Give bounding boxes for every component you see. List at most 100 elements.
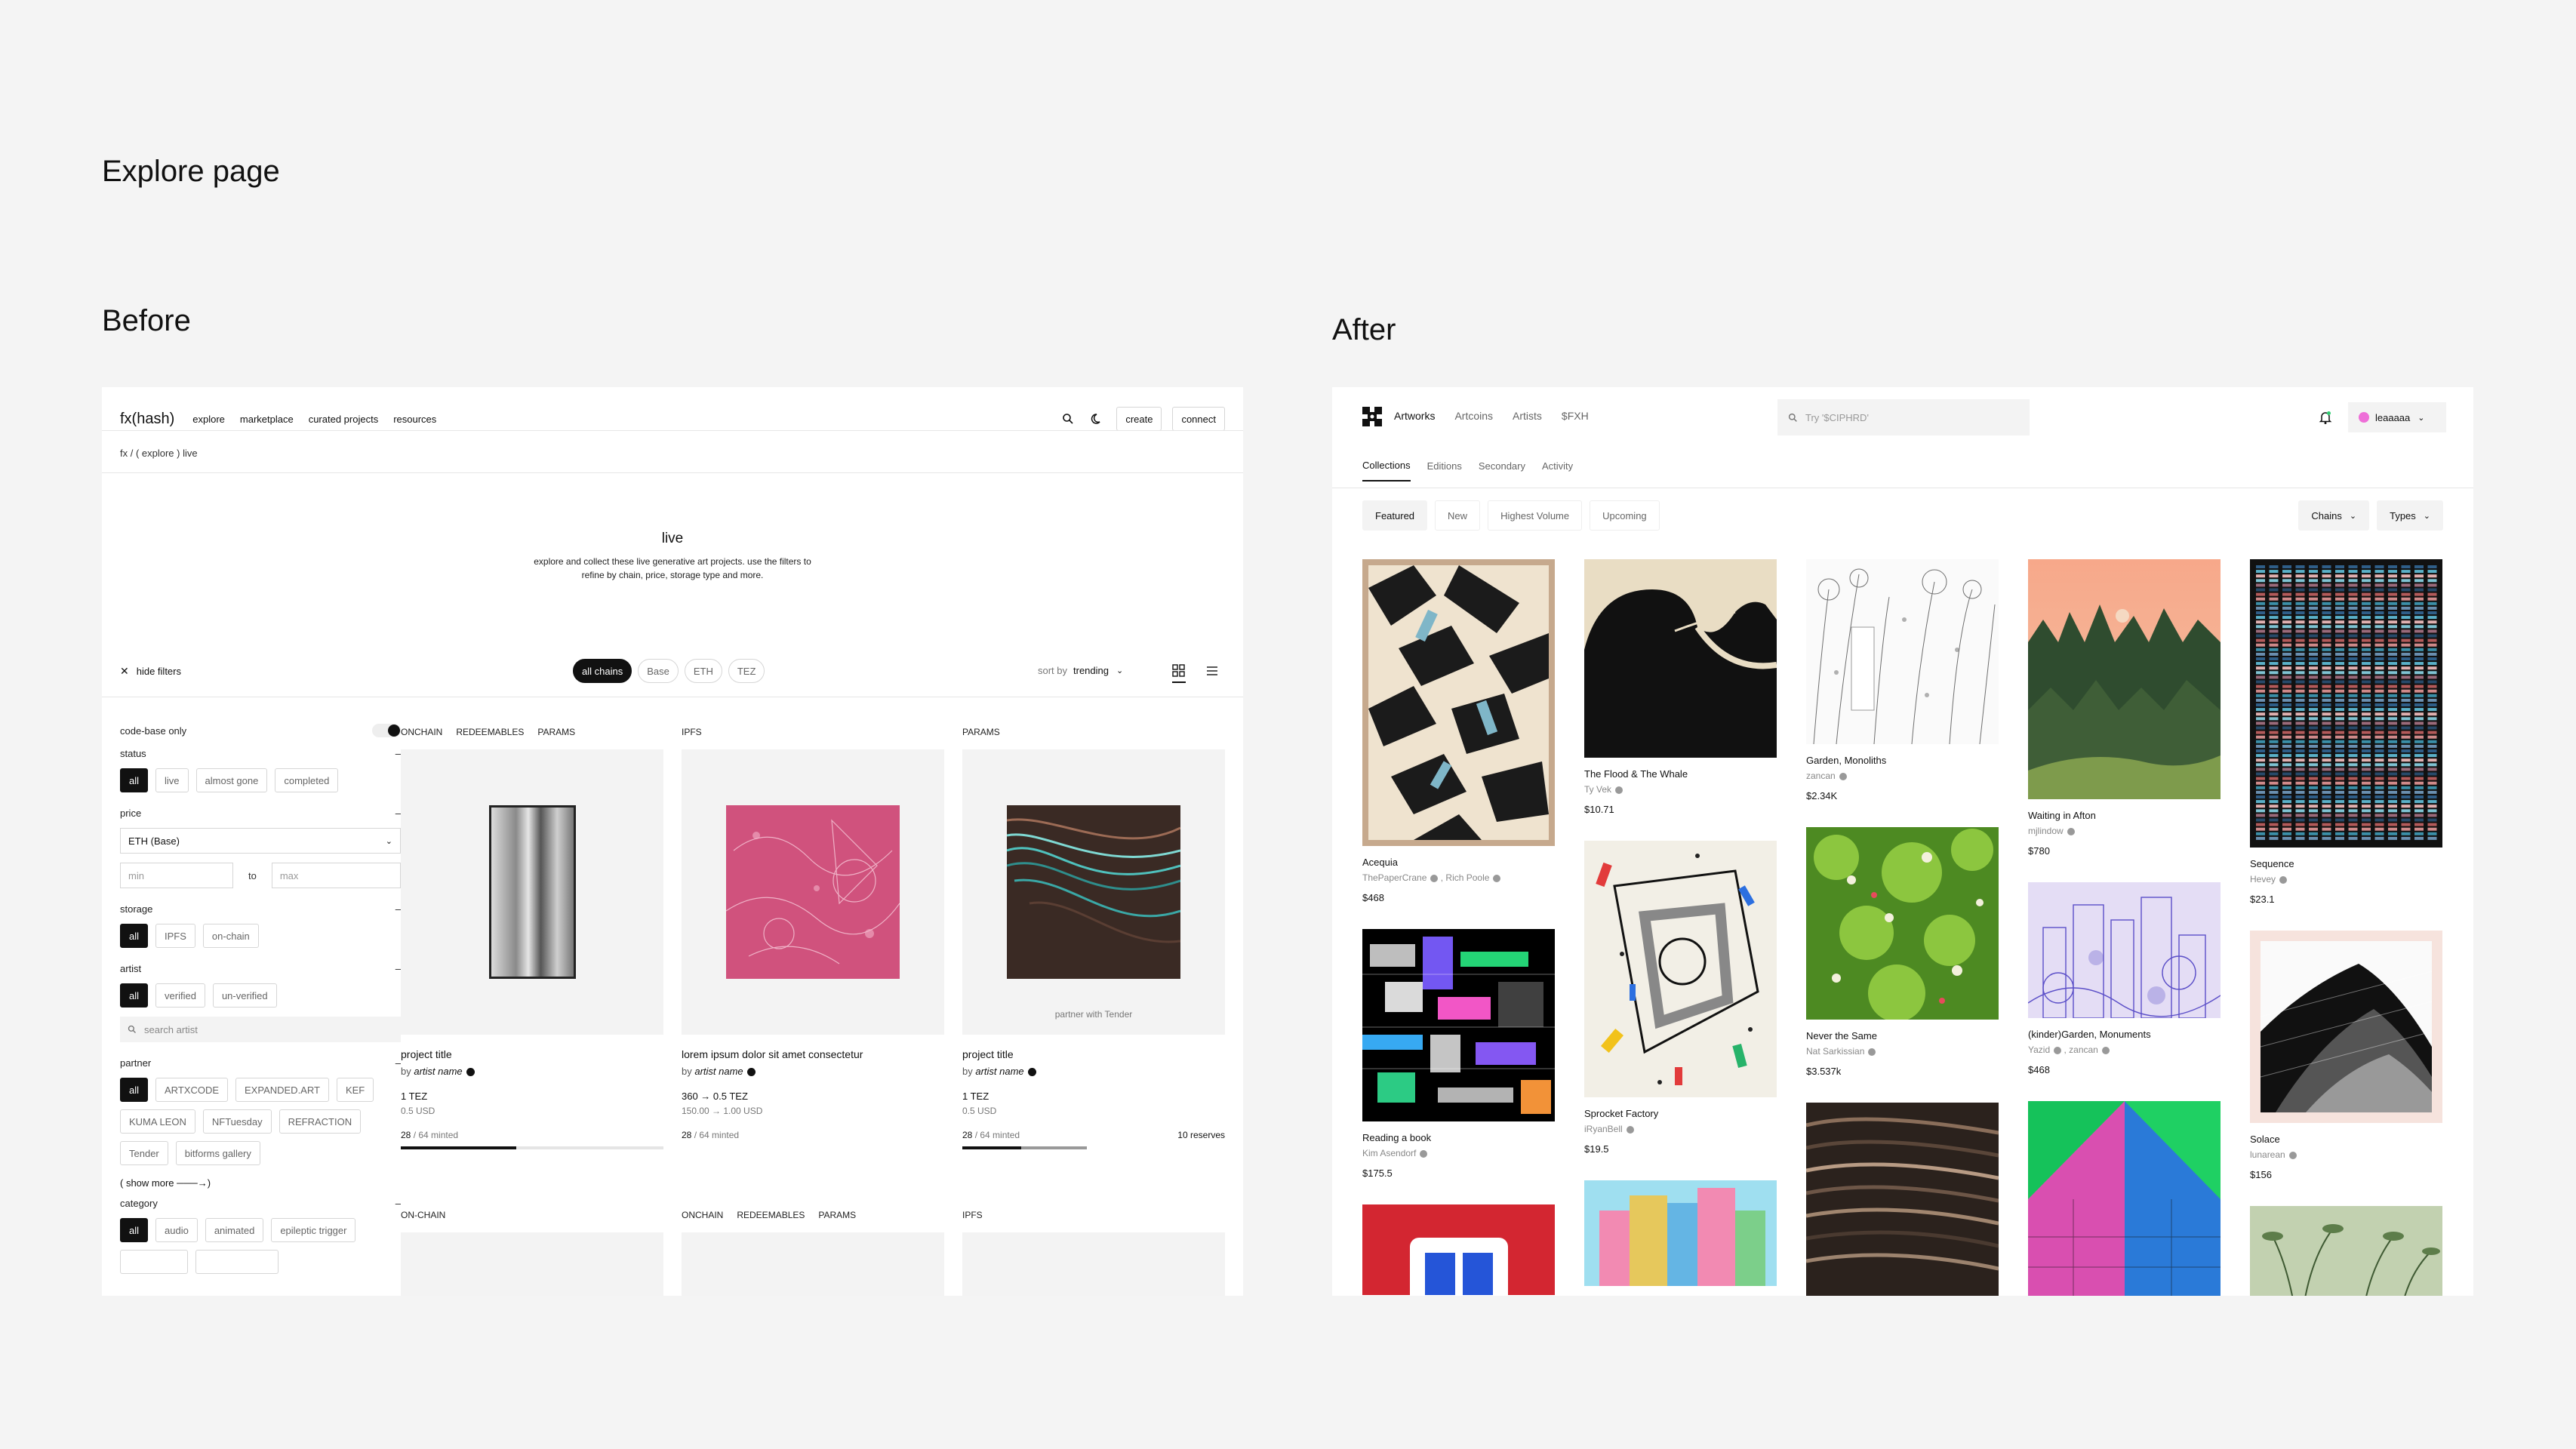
- artist-all[interactable]: all: [120, 983, 149, 1008]
- storage-ipfs[interactable]: IPFS: [155, 924, 195, 948]
- category-animated[interactable]: animated: [205, 1218, 264, 1242]
- chain-base[interactable]: Base: [638, 659, 679, 683]
- artwork-image[interactable]: [1584, 841, 1777, 1097]
- grid-view-icon[interactable]: [1172, 664, 1186, 678]
- artwork-artists[interactable]: Hevey: [2250, 874, 2442, 884]
- artwork-title[interactable]: Reading a book: [1362, 1132, 1555, 1143]
- card-image[interactable]: [962, 1232, 1225, 1296]
- tab-editions[interactable]: Editions: [1427, 460, 1462, 481]
- artwork-title[interactable]: The Flood & The Whale: [1584, 768, 1777, 780]
- filter-new[interactable]: New: [1435, 500, 1481, 531]
- artwork-title[interactable]: Waiting in Afton: [2028, 810, 2221, 821]
- chain-tez[interactable]: TEZ: [728, 659, 765, 683]
- user-menu[interactable]: leaaaaa ⌄: [2348, 402, 2446, 432]
- artwork-artists[interactable]: lunarean: [2250, 1149, 2442, 1160]
- artwork-title[interactable]: Acequia: [1362, 857, 1555, 868]
- card-artist[interactable]: by artist name: [682, 1066, 944, 1077]
- filter-upcoming[interactable]: Upcoming: [1590, 500, 1660, 531]
- bell-icon[interactable]: [2318, 410, 2333, 425]
- artwork-card[interactable]: Sequence Hevey $23.1: [2250, 559, 2442, 905]
- artist-unverified[interactable]: un-verified: [212, 983, 277, 1008]
- show-more-link[interactable]: ( show more ───→): [120, 1177, 401, 1189]
- artwork-card[interactable]: Garden, Monoliths zancan $2.34K: [1806, 559, 1999, 801]
- artwork-card[interactable]: Sprocket Factory iRyanBell $19.5: [1584, 841, 1777, 1155]
- search-input[interactable]: Try '$CIPHRD': [1777, 399, 2030, 435]
- storage-all[interactable]: all: [120, 924, 149, 948]
- nav-explore[interactable]: explore: [192, 414, 225, 425]
- artwork-artists[interactable]: ThePaperCrane , Rich Poole: [1362, 872, 1555, 883]
- storage-header[interactable]: storage –: [120, 903, 401, 915]
- artwork-title[interactable]: (kinder)Garden, Monuments: [2028, 1029, 2221, 1040]
- project-card[interactable]: ON-CHAIN: [401, 1210, 663, 1296]
- artwork-title[interactable]: Solace: [2250, 1134, 2442, 1145]
- artwork-card[interactable]: Acequia ThePaperCrane , Rich Poole $468: [1362, 559, 1555, 903]
- artwork-card[interactable]: Solace lunarean $156: [2250, 931, 2442, 1180]
- category-epileptic-trigger[interactable]: epileptic trigger: [271, 1218, 356, 1242]
- artist-verified[interactable]: verified: [155, 983, 205, 1008]
- card-title[interactable]: project title: [401, 1048, 663, 1060]
- chain-eth[interactable]: ETH: [684, 659, 722, 683]
- artwork-title[interactable]: Sequence: [2250, 858, 2442, 869]
- chain-all[interactable]: all chains: [573, 659, 632, 683]
- status-completed[interactable]: completed: [275, 768, 339, 792]
- partner-tender[interactable]: Tender: [120, 1141, 168, 1165]
- status-header[interactable]: status –: [120, 748, 401, 759]
- artwork-image[interactable]: [1362, 559, 1555, 846]
- price-header[interactable]: price –: [120, 808, 401, 819]
- category-more[interactable]: [120, 1250, 188, 1274]
- artwork-artists[interactable]: Nat Sarkissian: [1806, 1046, 1999, 1057]
- artwork-card[interactable]: [1584, 1180, 1777, 1286]
- logo[interactable]: fx(hash): [120, 411, 174, 428]
- nav-artworks[interactable]: Artworks: [1394, 410, 1435, 422]
- nav-artcoins[interactable]: Artcoins: [1454, 410, 1493, 422]
- search-icon[interactable]: [1062, 413, 1074, 425]
- artwork-card[interactable]: [2028, 1101, 2221, 1296]
- project-card[interactable]: IPFS: [962, 1210, 1225, 1296]
- filter-featured[interactable]: Featured: [1362, 500, 1428, 531]
- tab-collections[interactable]: Collections: [1362, 460, 1411, 481]
- artwork-image[interactable]: [1362, 929, 1555, 1121]
- card-image[interactable]: partner with Tender: [962, 749, 1225, 1035]
- price-currency-select[interactable]: ETH (Base) ⌄: [120, 828, 401, 854]
- card-title[interactable]: lorem ipsum dolor sit amet consectetur: [682, 1048, 944, 1060]
- filter-highest-volume[interactable]: Highest Volume: [1488, 500, 1583, 531]
- artwork-card[interactable]: (kinder)Garden, Monuments Yazid , zancan…: [2028, 882, 2221, 1075]
- connect-button[interactable]: connect: [1172, 407, 1225, 431]
- artist-header[interactable]: artist –: [120, 963, 401, 974]
- artwork-card[interactable]: [1362, 1204, 1555, 1295]
- card-artist[interactable]: by artist name: [401, 1066, 663, 1077]
- nav-resources[interactable]: resources: [393, 414, 436, 425]
- create-button[interactable]: create: [1116, 407, 1162, 431]
- project-card[interactable]: PARAMS partner with Tender project title…: [962, 727, 1225, 1149]
- artwork-image[interactable]: [1584, 559, 1777, 758]
- artwork-artists[interactable]: iRyanBell: [1584, 1124, 1777, 1134]
- artwork-title[interactable]: Sprocket Factory: [1584, 1108, 1777, 1119]
- nav-artists[interactable]: Artists: [1513, 410, 1542, 422]
- project-card[interactable]: IPFS lorem ipsum dolor sit amet consecte…: [682, 727, 944, 1149]
- price-min-input[interactable]: min: [120, 863, 233, 888]
- partner-kef[interactable]: KEF: [336, 1078, 374, 1102]
- project-card[interactable]: ONCHAIN REDEEMABLES PARAMS: [682, 1210, 944, 1296]
- partner-artxcode[interactable]: ARTXCODE: [155, 1078, 229, 1102]
- artwork-card[interactable]: Never the Same Nat Sarkissian $3.537k: [1806, 827, 1999, 1077]
- project-card[interactable]: ONCHAIN REDEEMABLES PARAMS project title b…: [401, 727, 663, 1149]
- artist-search-input[interactable]: search artist: [120, 1017, 401, 1042]
- partner-nftuesday[interactable]: NFTuesday: [202, 1109, 272, 1134]
- tab-secondary[interactable]: Secondary: [1479, 460, 1525, 481]
- partner-kuma-leon[interactable]: KUMA LEON: [120, 1109, 195, 1134]
- artwork-image[interactable]: [1362, 1204, 1555, 1295]
- card-image[interactable]: [401, 1232, 663, 1296]
- artwork-image[interactable]: [2250, 559, 2442, 848]
- artwork-card[interactable]: Reading a book Kim Asendorf $175.5: [1362, 929, 1555, 1179]
- chains-dropdown[interactable]: Chains ⌄: [2298, 500, 2370, 531]
- category-all[interactable]: all: [120, 1218, 149, 1242]
- list-view-icon[interactable]: [1205, 664, 1219, 678]
- partner-expanded-art[interactable]: EXPANDED.ART: [235, 1078, 329, 1102]
- partner-all[interactable]: all: [120, 1078, 149, 1102]
- artwork-artists[interactable]: Yazid , zancan: [2028, 1044, 2221, 1055]
- card-image[interactable]: [682, 749, 944, 1035]
- tab-activity[interactable]: Activity: [1542, 460, 1573, 481]
- sort-dropdown[interactable]: sort by trending ⌄: [1038, 665, 1123, 676]
- card-artist[interactable]: by artist name: [962, 1066, 1225, 1077]
- nav-marketplace[interactable]: marketplace: [240, 414, 294, 425]
